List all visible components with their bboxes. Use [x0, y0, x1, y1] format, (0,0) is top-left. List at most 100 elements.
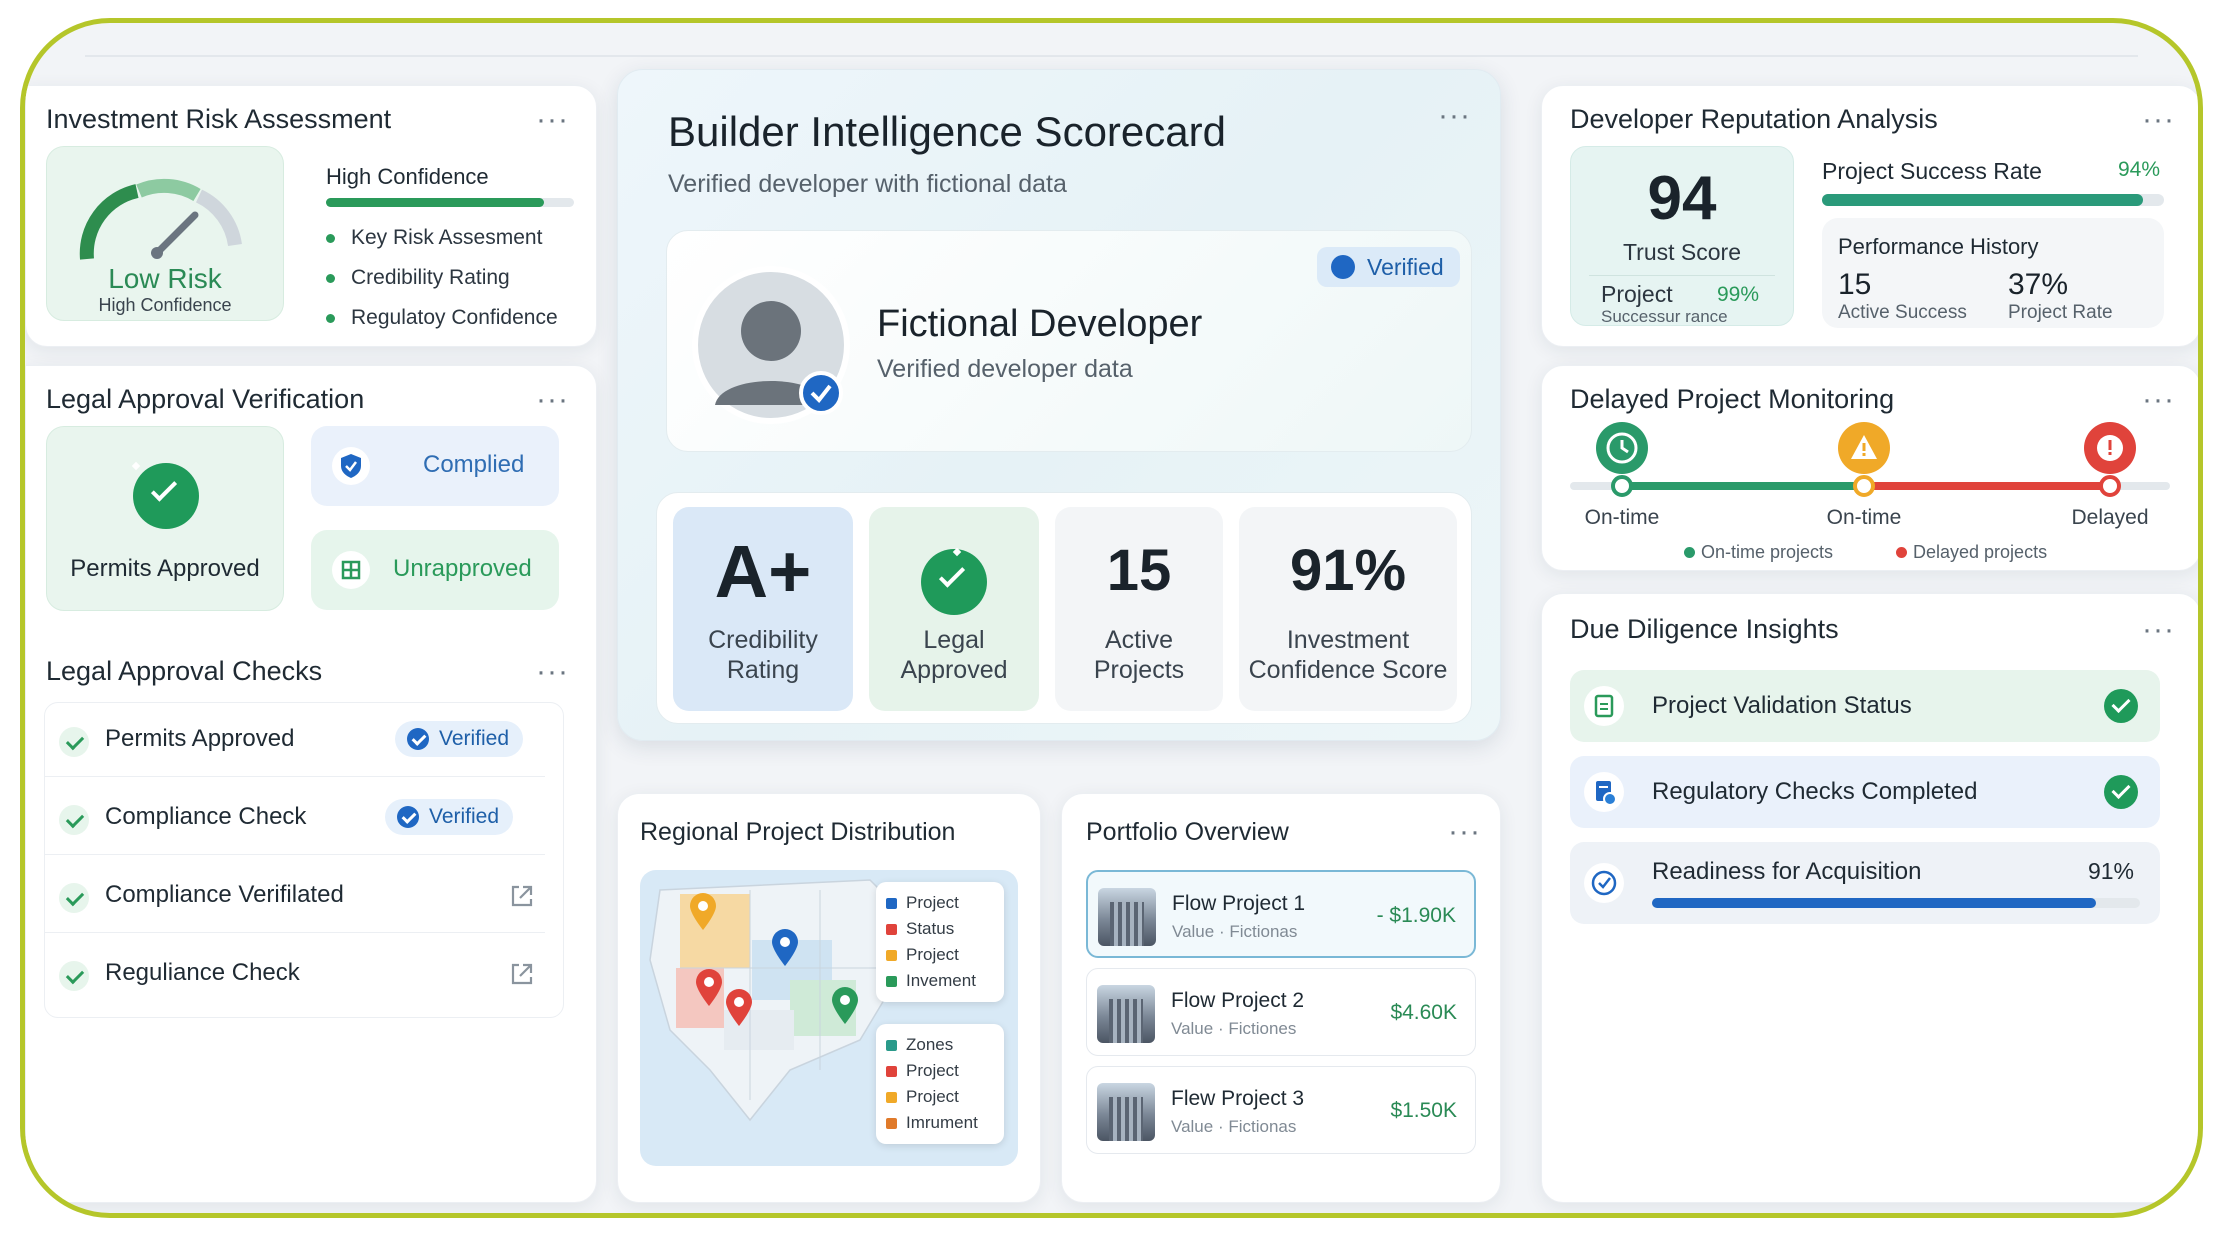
- confidence-label-1: Investment: [1286, 626, 1410, 654]
- timeline-node[interactable]: [1853, 475, 1875, 497]
- readiness-bar-fill: [1652, 898, 2097, 908]
- checks-list: Permits Approved Verified Compliance Che…: [44, 702, 564, 1018]
- legal-label-1: Legal: [923, 626, 985, 654]
- history-left-value: 15: [1838, 268, 1872, 301]
- check-label: Compliance Verifilated: [105, 881, 344, 908]
- legend-item: Project: [886, 1084, 994, 1110]
- investment-risk-card: Investment Risk Assessment ··· Low Risk …: [25, 85, 597, 347]
- metrics-panel: A+ Credibility Rating Legal Approved 15 …: [656, 492, 1472, 724]
- map-legend-top: Project Status Project Invement: [876, 882, 1004, 1002]
- check-icon: [59, 961, 89, 991]
- list-item[interactable]: Permits Approved Verified: [45, 703, 545, 777]
- check-circle-icon: [133, 463, 199, 529]
- portfolio-menu-icon[interactable]: ···: [1448, 817, 1481, 847]
- list-item[interactable]: Flew Project 3 Value · Fictionas $1.50K: [1086, 1066, 1476, 1154]
- checks-menu-icon[interactable]: ···: [536, 657, 569, 687]
- active-projects-metric[interactable]: 15 Active Projects: [1055, 507, 1223, 711]
- risk-gauge-box: Low Risk High Confidence: [46, 146, 284, 321]
- list-item[interactable]: Compliance Verifilated: [45, 859, 545, 933]
- credibility-value: A+: [714, 530, 812, 613]
- clipboard-icon: [1584, 686, 1624, 726]
- gauge-sub: High Confidence: [98, 295, 232, 315]
- success-rate-bar: [1822, 194, 2164, 206]
- complied-status[interactable]: Complied: [311, 426, 559, 506]
- check-icon: [59, 805, 89, 835]
- check-label: Compliance Check: [105, 803, 307, 830]
- map-pin-icon[interactable]: [830, 986, 860, 1026]
- shield-icon: [332, 447, 370, 485]
- list-item[interactable]: Flow Project 1 Value · Fictionas - $1.90…: [1086, 870, 1476, 958]
- list-item[interactable]: Flow Project 2 Value · Fictiones $4.60K: [1086, 968, 1476, 1056]
- target-check-icon: [1584, 863, 1624, 903]
- legend-ontime: On-time projects: [1684, 542, 1833, 563]
- legend-item: Project: [886, 942, 994, 968]
- legal-label-2: Approved: [900, 656, 1008, 684]
- scorecard-subtitle: Verified developer with fictional data: [668, 170, 1067, 198]
- legend-item: Status: [886, 916, 994, 942]
- credibility-label-1: Credibility: [708, 626, 818, 654]
- confidence-metric[interactable]: 91% Investment Confidence Score: [1239, 507, 1457, 711]
- trust-score-box: 94 Trust Score Project 99% Successur ran…: [1570, 146, 1794, 326]
- due-diligence-menu-icon[interactable]: ···: [2142, 615, 2175, 645]
- map-legend-bottom: Zones Project Project Imrument: [876, 1024, 1004, 1144]
- risk-menu-icon[interactable]: ···: [536, 105, 569, 135]
- reputation-title: Developer Reputation Analysis: [1570, 104, 1938, 134]
- list-item[interactable]: Compliance Check Verified: [45, 781, 545, 855]
- scorecard-title: Builder Intelligence Scorecard: [668, 108, 1226, 155]
- risk-bullet: Key Risk Assesment: [325, 226, 543, 249]
- warning-icon: [1838, 422, 1890, 474]
- check-icon: [59, 727, 89, 757]
- timeline-node[interactable]: [2099, 475, 2121, 497]
- portfolio-title: Portfolio Overview: [1086, 818, 1289, 846]
- developer-sub: Verified developer data: [877, 355, 1133, 383]
- timeline-node[interactable]: [1611, 475, 1633, 497]
- project-sub: Value · Fictionas: [1171, 1117, 1297, 1136]
- active-projects-value: 15: [1106, 538, 1172, 603]
- project-value: $4.60K: [1390, 1001, 1457, 1024]
- project-sub: Value · Fictionas: [1172, 922, 1298, 941]
- reputation-menu-icon[interactable]: ···: [2142, 105, 2175, 135]
- map-pin-icon[interactable]: [688, 892, 718, 932]
- project-name: Flow Project 1: [1172, 892, 1306, 915]
- credibility-metric[interactable]: A+ Credibility Rating: [673, 507, 853, 711]
- legal-menu-icon[interactable]: ···: [536, 385, 569, 415]
- list-item[interactable]: Regulatory Checks Completed: [1570, 756, 2160, 828]
- legend-item: Imrument: [886, 1110, 994, 1136]
- risk-bullet: Regulatoy Confidence: [326, 306, 558, 329]
- row-label: Readiness for Acquisition: [1652, 858, 1922, 885]
- map-pin-icon[interactable]: [770, 928, 800, 968]
- confidence-label-2: Confidence Score: [1248, 656, 1448, 684]
- scorecard-menu-icon[interactable]: ···: [1438, 101, 1471, 131]
- verified-icon: [397, 806, 419, 828]
- project-value: $1.50K: [1390, 1099, 1457, 1122]
- map-pin-icon[interactable]: [694, 968, 724, 1008]
- complied-label: Complied: [423, 451, 525, 478]
- legal-metric[interactable]: Legal Approved: [869, 507, 1039, 711]
- list-item[interactable]: Reguliance Check: [45, 937, 545, 1011]
- timeline-label: On-time: [1826, 506, 1902, 529]
- unapproved-label: Unrapproved: [393, 555, 532, 582]
- list-item[interactable]: Readiness for Acquisition 91%: [1570, 842, 2160, 924]
- legend-delayed: Delayed projects: [1896, 542, 2047, 563]
- success-rate-bar-fill: [1822, 194, 2144, 206]
- history-right-value: 37%: [2008, 268, 2069, 301]
- verified-badge: Verified: [395, 721, 524, 757]
- confidence-label: High Confidence: [326, 164, 489, 189]
- row-label: Project Validation Status: [1652, 692, 1912, 719]
- external-link-icon[interactable]: [507, 959, 537, 989]
- delayed-menu-icon[interactable]: ···: [2142, 385, 2175, 415]
- building-thumbnail: [1098, 888, 1156, 946]
- us-map[interactable]: Project Status Project Invement Zones Pr…: [640, 870, 1018, 1166]
- verified-badge: Verified: [385, 799, 514, 835]
- list-item[interactable]: Project Validation Status: [1570, 670, 2160, 742]
- row-label: Regulatory Checks Completed: [1652, 778, 1978, 805]
- history-right-label: Project Rate: [2008, 302, 2113, 323]
- verified-badge: Verified: [1317, 247, 1460, 287]
- regional-title: Regional Project Distribution: [640, 818, 956, 846]
- confidence-bar: [326, 198, 574, 207]
- legend-item: Project: [886, 1058, 994, 1084]
- unapproved-status[interactable]: Unrapproved: [311, 530, 559, 610]
- map-pin-icon[interactable]: [724, 988, 754, 1028]
- external-link-icon[interactable]: [507, 881, 537, 911]
- check-label: Reguliance Check: [105, 959, 300, 986]
